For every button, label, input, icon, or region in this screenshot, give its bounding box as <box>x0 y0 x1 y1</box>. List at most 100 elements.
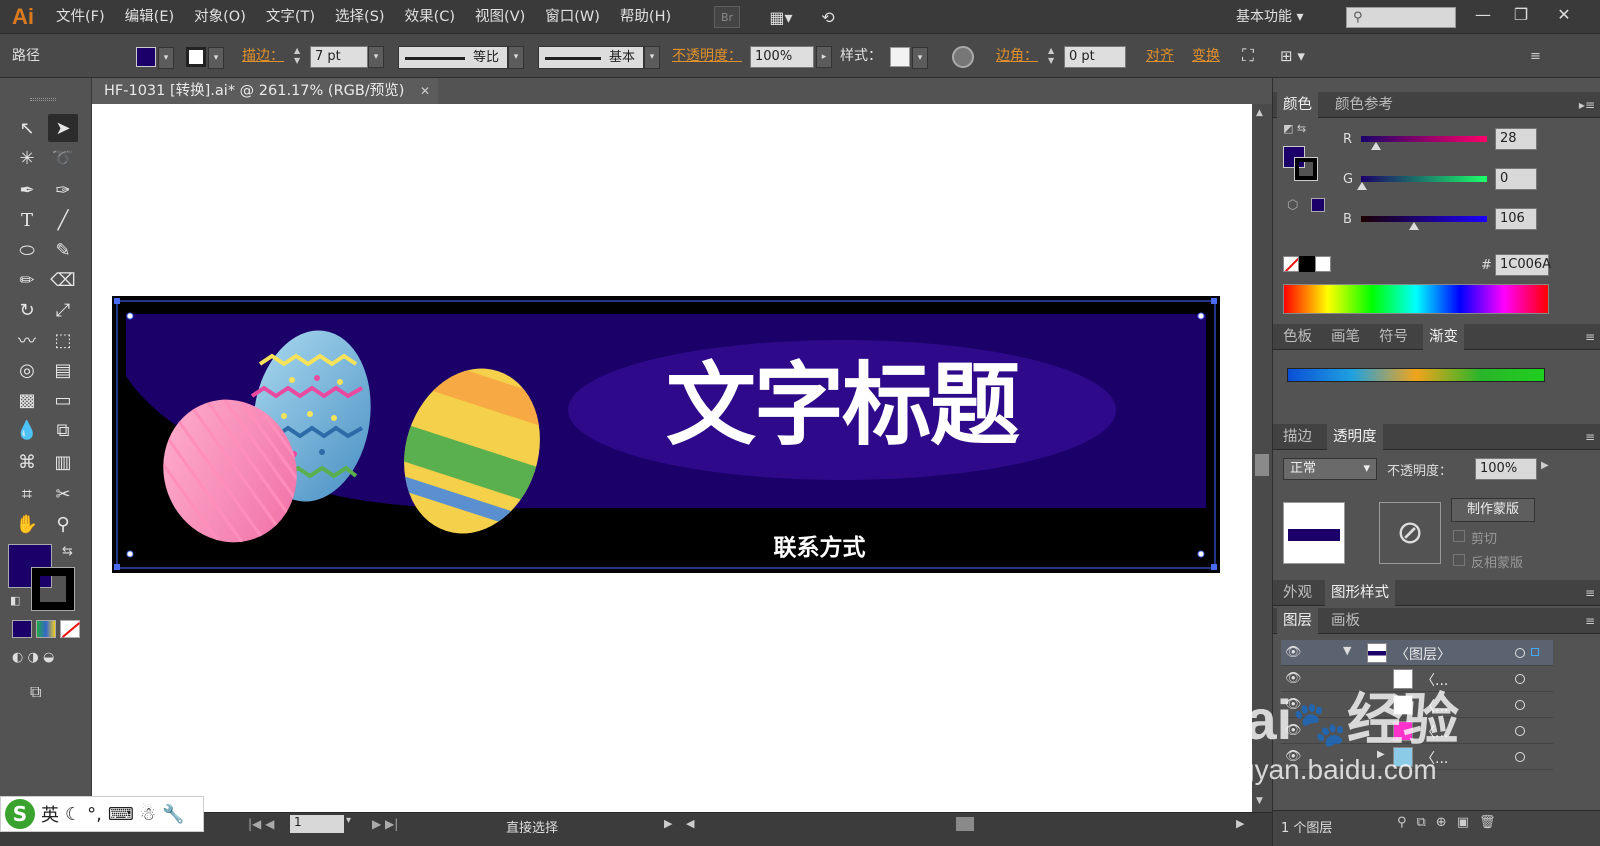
scroll-down-icon[interactable]: ▼ <box>1256 796 1263 806</box>
menu-effect[interactable]: 效果(C) <box>395 0 465 34</box>
horizontal-scroll-thumb[interactable] <box>956 817 974 831</box>
layer-row[interactable]: 👁 ▶ 〈... <box>1281 744 1553 770</box>
color-mode-button[interactable] <box>12 620 32 638</box>
tab-layers[interactable]: 图层 <box>1277 608 1318 634</box>
direct-selection-tool-icon[interactable]: ➤ <box>48 114 78 142</box>
layer-target-icon[interactable] <box>1515 700 1525 710</box>
document-tab[interactable]: HF-1031 [转换].ai* @ 261.17% (RGB/预览) ✕ <box>92 78 438 104</box>
column-graph-tool-icon[interactable]: ▥ <box>48 448 78 476</box>
r-value-field[interactable]: 28 <box>1495 128 1537 150</box>
line-tool-icon[interactable]: ╱ <box>48 206 78 234</box>
color-panel-menu-icon[interactable]: ▸≡ <box>1579 92 1595 118</box>
object-thumbnail[interactable] <box>1283 502 1345 564</box>
eye-icon[interactable]: 👁 <box>1285 645 1302 660</box>
recolor-artwork-icon[interactable] <box>952 46 974 68</box>
type-tool-icon[interactable]: T <box>12 206 42 234</box>
banner-artwork[interactable]: 文字标题 联系方式 <box>112 296 1220 573</box>
g-slider-knob[interactable] <box>1357 182 1367 190</box>
ime-language-label[interactable]: 英 <box>41 801 59 827</box>
opacity-arrow-icon[interactable]: ▶ <box>1541 460 1549 471</box>
stroke-dropdown[interactable]: ▾ <box>208 47 224 69</box>
gradient-preview[interactable] <box>1287 368 1545 382</box>
tab-color-guide[interactable]: 颜色参考 <box>1329 92 1399 118</box>
banner-contact-text[interactable]: 联系方式 <box>712 528 927 562</box>
ime-toolbar[interactable]: S 英 ☾ °, ⌨ ☃ 🔧 <box>0 796 204 832</box>
opacity-arrow[interactable]: ▸ <box>816 46 832 68</box>
sync-icon[interactable]: ⟲ <box>814 6 842 28</box>
layer-target-icon[interactable] <box>1515 752 1525 762</box>
perspective-grid-tool-icon[interactable]: ▤ <box>48 356 78 384</box>
artboard-tool-icon[interactable]: ⌗ <box>12 480 42 508</box>
lasso-tool-icon[interactable]: ➰ <box>48 144 78 172</box>
blend-tool-icon[interactable]: ⧉ <box>48 416 78 444</box>
hex-value-field[interactable]: 1C006A <box>1495 254 1551 276</box>
profile-dropdown[interactable]: ▾ <box>508 46 524 69</box>
selection-tool-icon[interactable]: ↖ <box>12 114 42 142</box>
slice-tool-icon[interactable]: ✂ <box>48 480 78 508</box>
g-value-field[interactable]: 0 <box>1495 168 1537 190</box>
none-swatch[interactable] <box>1283 256 1299 272</box>
free-transform-tool-icon[interactable]: ⬚ <box>48 326 78 354</box>
brush-definition[interactable]: 基本 <box>538 46 644 69</box>
menu-file[interactable]: 文件(F) <box>46 0 115 34</box>
scroll-right-icon[interactable]: ▶ <box>1236 817 1244 830</box>
arrange-icon[interactable]: ⊞ ▾ <box>1280 45 1305 68</box>
opacity-label[interactable]: 不透明度： <box>672 45 742 68</box>
color-stroke-box[interactable] <box>1294 157 1318 181</box>
scroll-thumb[interactable] <box>1255 454 1269 476</box>
tab-appearance[interactable]: 外观 <box>1277 580 1318 606</box>
tab-color[interactable]: 颜色 <box>1277 92 1318 118</box>
screen-mode-icon[interactable]: ⧉ <box>30 682 41 702</box>
gradient-mode-button[interactable] <box>36 620 56 638</box>
layer-row[interactable]: 👁 〈... <box>1281 666 1553 692</box>
shape-builder-tool-icon[interactable]: ◎ <box>12 356 42 384</box>
transparency-panel-menu-icon[interactable]: ≡ <box>1585 424 1595 450</box>
wrench-icon[interactable]: 🔧 <box>162 804 184 825</box>
layers-panel-menu-icon[interactable]: ≡ <box>1585 608 1595 634</box>
sublayer-name[interactable]: 〈... <box>1421 748 1448 768</box>
menu-edit[interactable]: 编辑(E) <box>115 0 184 34</box>
scale-tool-icon[interactable]: ⤢ <box>48 296 78 324</box>
magic-wand-tool-icon[interactable]: ✳ <box>12 144 42 172</box>
tab-transparency[interactable]: 透明度 <box>1327 424 1383 450</box>
transform-link[interactable]: 变换 <box>1192 45 1220 68</box>
warp-tool-icon[interactable]: 〰 <box>12 326 42 354</box>
menu-object[interactable]: 对象(O) <box>184 0 256 34</box>
eraser-tool-icon[interactable]: ⌫ <box>48 266 78 294</box>
restore-button[interactable]: ❐ <box>1503 2 1539 28</box>
default-colors-icon[interactable]: ◧ <box>10 594 20 607</box>
b-slider-knob[interactable] <box>1409 222 1419 230</box>
tab-brushes[interactable]: 画笔 <box>1325 324 1366 350</box>
opacity-field[interactable]: 100% <box>750 46 814 68</box>
none-mode-button[interactable] <box>60 620 81 638</box>
stroke-stepper[interactable]: ▲ ▼ <box>294 46 308 68</box>
skin-icon[interactable]: ☃ <box>140 804 156 825</box>
stroke-label[interactable]: 描边： <box>242 45 284 68</box>
sublayer-name[interactable]: 〈... <box>1421 696 1448 716</box>
arrange-documents-icon[interactable]: ▦▾ <box>764 6 798 28</box>
keyboard-icon[interactable]: ⌨ <box>108 804 134 825</box>
tab-swatches[interactable]: 色板 <box>1277 324 1318 350</box>
draw-mode-buttons[interactable]: ◐ ◑ ◒ <box>12 650 80 668</box>
stroke-color-box[interactable] <box>31 567 75 611</box>
fill-swatch[interactable] <box>136 47 156 67</box>
artboard-dropdown-icon[interactable]: ▾ <box>346 815 351 826</box>
out-of-gamut-icon[interactable]: ⬡ <box>1287 198 1298 213</box>
layer-row[interactable]: 👁 ▼ 〈图层〉 <box>1281 640 1553 666</box>
moon-icon[interactable]: ☾ <box>65 804 81 825</box>
first-artboard-icon[interactable]: |◀ ◀ <box>248 817 274 831</box>
pen-tool-icon[interactable]: ✒ <box>12 176 42 204</box>
eye-icon[interactable]: 👁 <box>1285 749 1302 764</box>
layer-target-icon[interactable] <box>1515 648 1525 658</box>
swatches-panel-menu-icon[interactable]: ≡ <box>1585 324 1595 350</box>
invert-mask-checkbox[interactable] <box>1453 554 1465 566</box>
menu-window[interactable]: 窗口(W) <box>535 0 610 34</box>
hand-tool-icon[interactable]: ✋ <box>12 510 42 538</box>
eyedropper-tool-icon[interactable]: 💧 <box>12 416 42 444</box>
align-link[interactable]: 对齐 <box>1146 45 1174 68</box>
menu-type[interactable]: 文字(T) <box>256 0 325 34</box>
swap-icon[interactable]: ◩ ⇆ <box>1283 122 1306 135</box>
vertical-scrollbar[interactable]: ▲ ▼ <box>1252 104 1272 812</box>
paintbrush-tool-icon[interactable]: ✎ <box>48 236 78 264</box>
gamut-swatch[interactable] <box>1311 198 1325 212</box>
